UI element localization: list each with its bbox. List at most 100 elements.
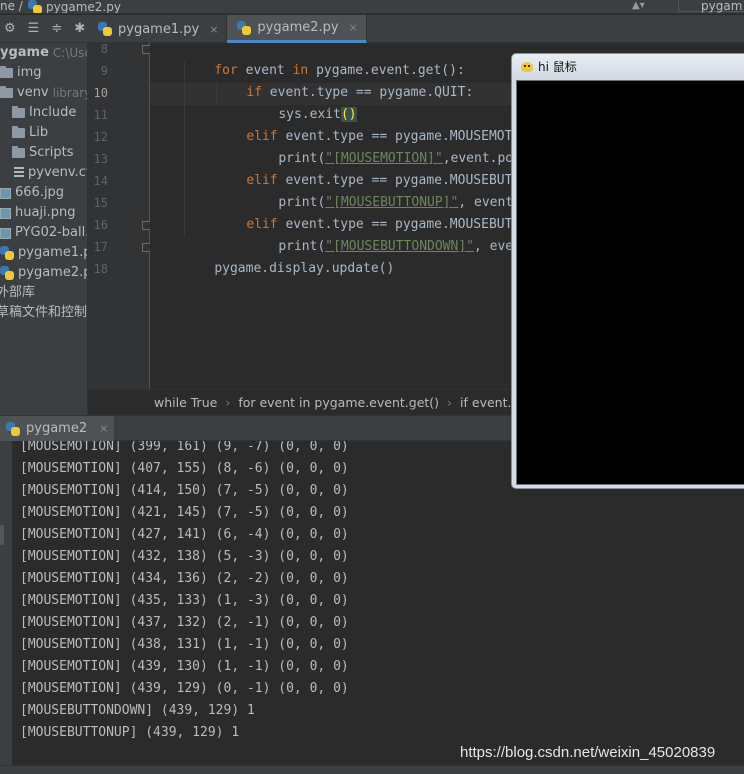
- user-icon[interactable]: ▲▾: [632, 0, 660, 12]
- line-number: 15: [93, 196, 108, 210]
- title-file[interactable]: pygame2.py: [28, 0, 121, 14]
- code-line-8: for event in pygame.event.get():: [214, 63, 465, 78]
- line-number: 11: [93, 108, 108, 122]
- console-line: [MOUSEBUTTONUP] (439, 129) 1: [20, 725, 240, 740]
- code-line-10: sys.exit(): [278, 107, 357, 122]
- title-crumb: ne /: [0, 0, 23, 13]
- tree-item-pyg02-ball[interactable]: PYG02-ball.g: [0, 223, 87, 243]
- tree-item-lib[interactable]: Lib: [12, 123, 48, 143]
- title-file-label: pygame2.py: [46, 0, 121, 14]
- pygame-window-title: hi 鼠标: [538, 60, 577, 74]
- folder-icon: [12, 106, 25, 118]
- project-tree: ygame C:\Use img venv library Include Li…: [0, 43, 88, 415]
- line-number: 17: [93, 240, 108, 254]
- project-toolbar: ⚙ ☰ ≑ ✱: [0, 15, 88, 43]
- run-tab-label: pygame2: [26, 421, 88, 436]
- tab-pygame2[interactable]: pygame2.py ×: [227, 15, 367, 43]
- python-file-icon: [0, 246, 14, 260]
- close-icon[interactable]: ×: [349, 21, 358, 34]
- console-line: [MOUSEMOTION] (437, 132) (2, -1) (0, 0, …: [20, 615, 349, 630]
- console-line: [MOUSEMOTION] (439, 130) (1, -1) (0, 0, …: [20, 659, 349, 674]
- image-file-icon: [0, 187, 11, 199]
- console-line: [MOUSEMOTION] (399, 161) (9, -7) (0, 0, …: [20, 441, 349, 454]
- gear-icon[interactable]: ✱: [74, 21, 85, 36]
- tree-item-external-libraries[interactable]: 外部库: [0, 283, 35, 303]
- console-line: [MOUSEMOTION] (439, 129) (0, -1) (0, 0, …: [20, 681, 349, 696]
- tree-item-venv[interactable]: venv library: [0, 83, 87, 103]
- pygame-canvas[interactable]: [516, 80, 744, 485]
- code-line-13: elif event.type == pygame.MOUSEBUTTON: [246, 173, 512, 188]
- breadcrumb-item[interactable]: while True: [154, 395, 217, 410]
- tree-item-label: img: [17, 65, 42, 80]
- tree-item-label: ygame: [0, 45, 49, 60]
- tree-item-label: Scripts: [29, 145, 74, 160]
- tree-item-label: 外部库: [0, 285, 36, 300]
- console-output[interactable]: [MOUSEMOTION] (399, 161) (9, -7) (0, 0, …: [12, 441, 744, 765]
- code-editor[interactable]: for event in pygame.event.get(): if even…: [150, 43, 512, 389]
- tree-item-project-root[interactable]: ygame C:\Use: [0, 43, 88, 63]
- line-number: 14: [93, 174, 108, 188]
- breadcrumb-item[interactable]: for event in pygame.event.get(): [238, 395, 439, 410]
- close-icon[interactable]: ×: [209, 23, 218, 36]
- line-number: 12: [93, 130, 108, 144]
- pygame-window[interactable]: hi 鼠标: [511, 53, 744, 489]
- run-tab-pygame2[interactable]: pygame2 ×: [0, 416, 115, 441]
- tree-item-scratches[interactable]: 草稿文件和控制台: [0, 303, 88, 323]
- folder-icon: [0, 66, 13, 78]
- console-line: [MOUSEMOTION] (407, 155) (8, -6) (0, 0, …: [20, 461, 349, 476]
- folder-icon: [0, 86, 13, 98]
- editor-tabs: pygame1.py × pygame2.py ×: [88, 15, 744, 43]
- tree-item-label: venv: [17, 85, 49, 100]
- tree-item-huaji-png[interactable]: huaji.png: [0, 203, 76, 223]
- console-line: [MOUSEMOTION] (414, 150) (7, -5) (0, 0, …: [20, 483, 349, 498]
- breadcrumb-item[interactable]: if event.type: [460, 395, 512, 410]
- chevron-right-icon: ›: [447, 395, 453, 410]
- code-line-12: print("[MOUSEMOTION]",event.pos,e: [278, 151, 512, 166]
- tree-item-pygame2-py[interactable]: pygame2.py: [0, 263, 87, 283]
- python-file-icon: [28, 0, 42, 13]
- tree-item-label: pygame2.py: [18, 265, 87, 280]
- console-line: [MOUSEMOTION] (434, 136) (2, -2) (0, 0, …: [20, 571, 349, 586]
- status-bar: [0, 765, 744, 774]
- title-bar: ne / pygame2.py ▲▾ pygam: [0, 0, 744, 14]
- chevron-right-icon: ›: [225, 395, 231, 410]
- folder-icon: [12, 126, 25, 138]
- collapse-icon[interactable]: ☰: [28, 21, 40, 36]
- image-file-icon: [0, 227, 11, 239]
- tree-item-666-jpg[interactable]: 666.jpg: [0, 183, 64, 203]
- tree-item-label: 草稿文件和控制台: [0, 305, 88, 320]
- console-scroll-marker[interactable]: [0, 525, 4, 545]
- code-line-14: print("[MOUSEBUTTONUP]", event.po: [278, 195, 512, 210]
- code-line-17: pygame.display.update(): [214, 261, 395, 276]
- code-line-11: elif event.type == pygame.MOUSEMOTION: [246, 129, 512, 144]
- line-number: 9: [100, 64, 108, 78]
- tab-label: pygame1.py: [118, 21, 200, 37]
- console-line: [MOUSEMOTION] (427, 141) (6, -4) (0, 0, …: [20, 527, 349, 542]
- settings-icon[interactable]: ⚙: [4, 21, 16, 36]
- run-config-button[interactable]: pygam: [678, 0, 744, 12]
- line-number: 8: [100, 42, 108, 56]
- code-line-15: elif event.type == pygame.MOUSEBUTTON: [246, 217, 512, 232]
- console-line: [MOUSEBUTTONDOWN] (439, 129) 1: [20, 703, 255, 718]
- breadcrumb: while True › for event in pygame.event.g…: [88, 389, 512, 415]
- expand-icon[interactable]: ≑: [51, 21, 62, 36]
- pygame-snake-icon: [520, 60, 534, 74]
- python-run-icon: [6, 421, 20, 436]
- close-icon[interactable]: ×: [99, 422, 108, 435]
- tree-item-label: 666.jpg: [15, 185, 65, 200]
- tree-item-path: C:\Use: [52, 46, 88, 60]
- console-line: [MOUSEMOTION] (438, 131) (1, -1) (0, 0, …: [20, 637, 349, 652]
- tree-item-pyvenv-cfg[interactable]: pyvenv.cfg: [14, 163, 87, 183]
- tree-item-scripts[interactable]: Scripts: [12, 143, 73, 163]
- tab-pygame1[interactable]: pygame1.py ×: [88, 15, 228, 43]
- tree-item-img[interactable]: img: [0, 63, 42, 83]
- pygame-window-titlebar[interactable]: hi 鼠标: [512, 54, 744, 79]
- tree-item-label: pygame1.py: [18, 245, 87, 260]
- console-line: [MOUSEMOTION] (432, 138) (5, -3) (0, 0, …: [20, 549, 349, 564]
- tree-item-pygame1-py[interactable]: pygame1.py: [0, 243, 87, 263]
- tree-item-label: Lib: [29, 125, 49, 140]
- tree-item-label: Include: [29, 105, 77, 120]
- run-toolbar: [0, 441, 12, 765]
- code-line-9: if event.type == pygame.QUIT:: [246, 85, 474, 100]
- tree-item-include[interactable]: Include: [12, 103, 76, 123]
